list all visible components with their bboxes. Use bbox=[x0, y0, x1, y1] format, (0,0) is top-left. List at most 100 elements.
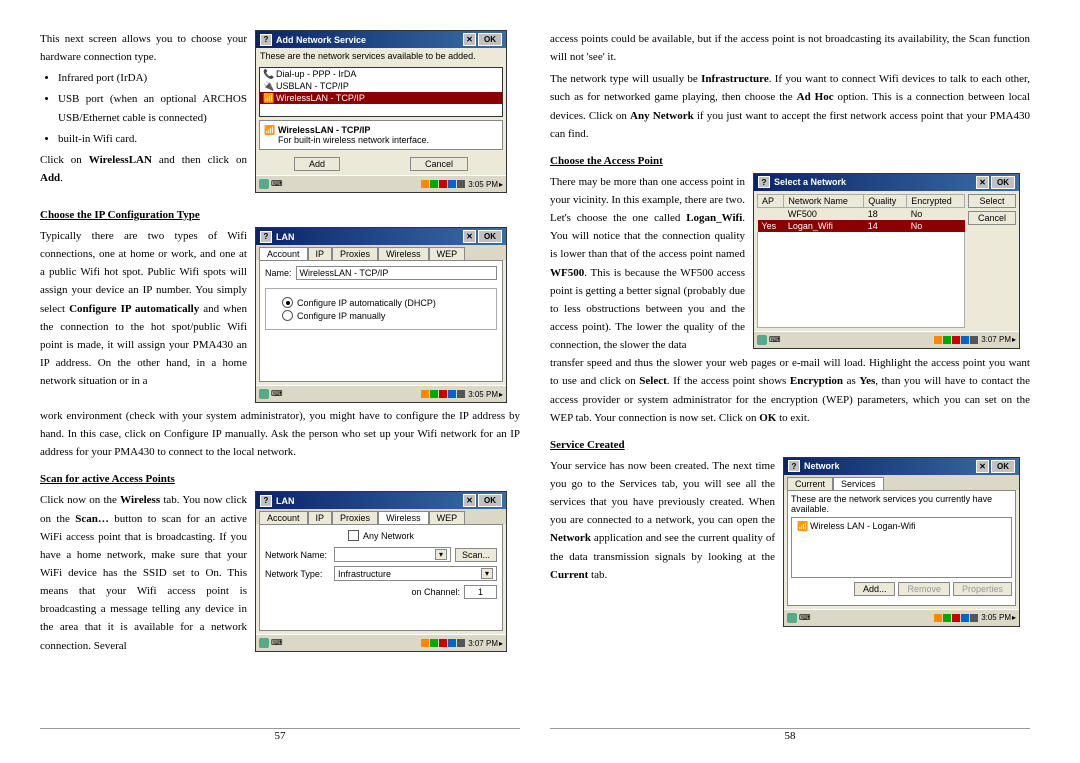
close-icon[interactable]: ✕ bbox=[463, 494, 476, 507]
scan-button[interactable]: Scan... bbox=[455, 548, 497, 562]
help-icon[interactable]: ? bbox=[758, 176, 770, 188]
start-icon[interactable] bbox=[259, 638, 269, 648]
list-item[interactable]: 🔌USBLAN - TCP/IP bbox=[260, 80, 502, 92]
tab-wep[interactable]: WEP bbox=[429, 511, 466, 524]
table-row[interactable]: WF500 18 No bbox=[758, 207, 965, 220]
top-para-b: The network type will usually be Infrast… bbox=[550, 70, 1030, 143]
service-detail: 📶 WirelessLAN - TCP/IP For built-in wire… bbox=[259, 120, 503, 150]
tab-account[interactable]: Account bbox=[259, 247, 308, 260]
heading-service-created: Service Created bbox=[550, 439, 1030, 451]
dialog-titlebar: ? Select a Network ✕ OK bbox=[754, 174, 1019, 191]
any-network-checkbox[interactable]: Any Network bbox=[265, 530, 497, 541]
lan-dialog-account: ? LAN ✕ OK Account IP Proxies Wireless W… bbox=[255, 227, 507, 403]
add-button[interactable]: Add bbox=[294, 157, 340, 171]
close-icon[interactable]: ✕ bbox=[976, 460, 989, 473]
help-icon[interactable]: ? bbox=[260, 495, 272, 507]
tab-wireless[interactable]: Wireless bbox=[378, 247, 429, 260]
tray-icon bbox=[961, 336, 969, 344]
ipconfig-text: Typically there are two types of Wifi co… bbox=[40, 227, 247, 390]
radio-manual[interactable]: Configure IP manually bbox=[282, 310, 490, 321]
keyboard-icon[interactable]: ⌨ bbox=[799, 613, 811, 623]
tray-icon bbox=[952, 336, 960, 344]
tab-wep[interactable]: WEP bbox=[429, 247, 466, 260]
help-icon[interactable]: ? bbox=[260, 231, 272, 243]
close-icon[interactable]: ✕ bbox=[976, 176, 989, 189]
service-list[interactable]: 📞Dial-up - PPP - IrDA 🔌USBLAN - TCP/IP 📶… bbox=[259, 67, 503, 117]
ok-button[interactable]: OK bbox=[991, 176, 1015, 189]
tab-ip[interactable]: IP bbox=[308, 247, 333, 260]
arrow-icon: ▸ bbox=[499, 639, 503, 648]
remove-button[interactable]: Remove bbox=[898, 582, 950, 596]
lan-tabs: Account IP Proxies Wireless WEP bbox=[256, 509, 506, 524]
usb-icon: 🔌 bbox=[263, 81, 273, 91]
intro-text: This next screen allows you to choose yo… bbox=[40, 30, 247, 66]
taskbar: ⌨ 3:05 PM ▸ bbox=[256, 175, 506, 192]
tab-wireless[interactable]: Wireless bbox=[378, 511, 429, 524]
radio-icon bbox=[282, 297, 293, 308]
tab-account[interactable]: Account bbox=[259, 511, 308, 524]
tab-proxies[interactable]: Proxies bbox=[332, 511, 378, 524]
add-button[interactable]: Add... bbox=[854, 582, 896, 596]
list-item[interactable]: 📶Wireless LAN - Logan-Wifi bbox=[794, 520, 1009, 532]
help-icon[interactable]: ? bbox=[788, 460, 800, 472]
network-table: AP Network Name Quality Encrypted WF500 … bbox=[757, 194, 965, 232]
channel-field[interactable]: 1 bbox=[464, 585, 497, 599]
tray-icon bbox=[934, 614, 942, 622]
wifi-icon: 📶 bbox=[263, 93, 273, 103]
services-list[interactable]: 📶Wireless LAN - Logan-Wifi bbox=[791, 517, 1012, 578]
intro-left: This next screen allows you to choose yo… bbox=[40, 30, 247, 187]
lan-dialog-wireless: ? LAN ✕ OK Account IP Proxies Wireless W… bbox=[255, 491, 507, 652]
heading-choose-ap: Choose the Access Point bbox=[550, 155, 1030, 167]
dialog-desc: These are the network services available… bbox=[256, 48, 506, 64]
tray-icon bbox=[961, 614, 969, 622]
close-icon[interactable]: ✕ bbox=[463, 33, 476, 46]
network-name-dropdown[interactable] bbox=[334, 547, 451, 562]
keyboard-icon[interactable]: ⌨ bbox=[271, 638, 283, 648]
tab-proxies[interactable]: Proxies bbox=[332, 247, 378, 260]
tab-body: Name: WirelessLAN - TCP/IP Configure IP … bbox=[259, 260, 503, 382]
tab-services[interactable]: Services bbox=[833, 477, 884, 490]
start-icon[interactable] bbox=[259, 179, 269, 189]
list-item-selected[interactable]: 📶WirelessLAN - TCP/IP bbox=[260, 92, 502, 104]
top-para-a: access points could be available, but if… bbox=[550, 30, 1030, 66]
cancel-button[interactable]: Cancel bbox=[410, 157, 468, 171]
tray-icon bbox=[952, 614, 960, 622]
start-icon[interactable] bbox=[259, 389, 269, 399]
keyboard-icon[interactable]: ⌨ bbox=[271, 179, 283, 189]
select-button[interactable]: Select bbox=[968, 194, 1016, 208]
radio-dhcp[interactable]: Configure IP automatically (DHCP) bbox=[282, 297, 490, 308]
properties-button[interactable]: Properties bbox=[953, 582, 1012, 596]
name-field[interactable]: WirelessLAN - TCP/IP bbox=[296, 266, 497, 280]
tray-icon bbox=[943, 614, 951, 622]
ok-button[interactable]: OK bbox=[478, 230, 502, 243]
dialog-title: LAN bbox=[276, 496, 295, 506]
list-item[interactable]: 📞Dial-up - PPP - IrDA bbox=[260, 68, 502, 80]
tab-ip[interactable]: IP bbox=[308, 511, 333, 524]
keyboard-icon[interactable]: ⌨ bbox=[271, 389, 283, 399]
page-number: 58 bbox=[550, 730, 1030, 742]
click-add-text: Click on WirelessLAN and then click on bbox=[40, 151, 247, 169]
channel-label: on Channel: bbox=[411, 587, 460, 597]
radio-icon bbox=[282, 310, 293, 321]
clock: 3:07 PM bbox=[981, 335, 1011, 344]
network-type-dropdown[interactable]: Infrastructure bbox=[334, 566, 497, 581]
col-quality: Quality bbox=[864, 194, 907, 207]
network-tabs: Current Services bbox=[784, 475, 1019, 490]
lan-tabs: Account IP Proxies Wireless WEP bbox=[256, 245, 506, 260]
keyboard-icon[interactable]: ⌨ bbox=[769, 335, 781, 345]
ok-button[interactable]: OK bbox=[478, 494, 502, 507]
ok-button[interactable]: OK bbox=[478, 33, 502, 46]
start-icon[interactable] bbox=[757, 335, 767, 345]
cancel-button[interactable]: Cancel bbox=[968, 211, 1016, 225]
network-type-label: Network Type: bbox=[265, 569, 330, 579]
help-icon[interactable]: ? bbox=[260, 34, 272, 46]
dialog-titlebar: ? Network ✕ OK bbox=[784, 458, 1019, 475]
close-icon[interactable]: ✕ bbox=[463, 230, 476, 243]
tray-icon bbox=[421, 639, 429, 647]
table-row-selected[interactable]: Yes Logan_Wifi 14 No bbox=[758, 220, 965, 232]
tab-current[interactable]: Current bbox=[787, 477, 833, 490]
ok-button[interactable]: OK bbox=[991, 460, 1015, 473]
network-name-label: Network Name: bbox=[265, 550, 330, 560]
start-icon[interactable] bbox=[787, 613, 797, 623]
taskbar: ⌨ 3:05 PM ▸ bbox=[784, 609, 1019, 626]
